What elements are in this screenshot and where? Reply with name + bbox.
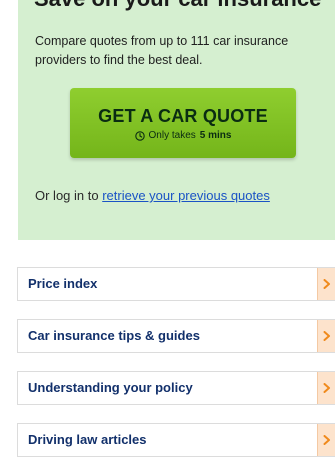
chevron-right-icon bbox=[323, 383, 330, 393]
nav-item-price-index[interactable]: Price index bbox=[17, 267, 335, 301]
quote-duration-prefix: Only takes bbox=[148, 130, 196, 141]
chevron-right-icon bbox=[323, 435, 330, 445]
nav-item-understanding-policy[interactable]: Understanding your policy bbox=[17, 371, 335, 405]
nav-arrow bbox=[317, 424, 335, 456]
chevron-right-icon bbox=[323, 279, 330, 289]
login-line: Or log in to retrieve your previous quot… bbox=[35, 188, 270, 203]
clock-icon bbox=[134, 131, 145, 141]
nav-arrow bbox=[317, 372, 335, 404]
panel-heading: Save on your car insurance bbox=[34, 0, 334, 12]
get-car-quote-button[interactable]: GET A CAR QUOTE Only takes 5 mins bbox=[70, 88, 296, 158]
quote-duration: Only takes 5 mins bbox=[70, 130, 296, 142]
page: Save on your car insurance Compare quote… bbox=[0, 0, 335, 459]
nav-arrow bbox=[317, 268, 335, 300]
retrieve-quotes-link[interactable]: retrieve your previous quotes bbox=[102, 188, 270, 203]
nav-arrow bbox=[317, 320, 335, 352]
panel-description: Compare quotes from up to 111 car insura… bbox=[35, 34, 289, 67]
quote-button-label: GET A CAR QUOTE bbox=[98, 106, 268, 126]
nav-item-label: Understanding your policy bbox=[28, 380, 193, 395]
nav-item-driving-law[interactable]: Driving law articles bbox=[17, 423, 335, 457]
nav-item-label: Car insurance tips & guides bbox=[28, 328, 200, 343]
quote-panel: Save on your car insurance Compare quote… bbox=[18, 0, 335, 240]
nav-item-tips-guides[interactable]: Car insurance tips & guides bbox=[17, 319, 335, 353]
nav-item-label: Driving law articles bbox=[28, 432, 147, 447]
login-prefix: Or log in to bbox=[35, 188, 99, 203]
quote-duration-value: 5 mins bbox=[199, 130, 232, 141]
nav-item-label: Price index bbox=[28, 276, 98, 291]
chevron-right-icon bbox=[323, 331, 330, 341]
